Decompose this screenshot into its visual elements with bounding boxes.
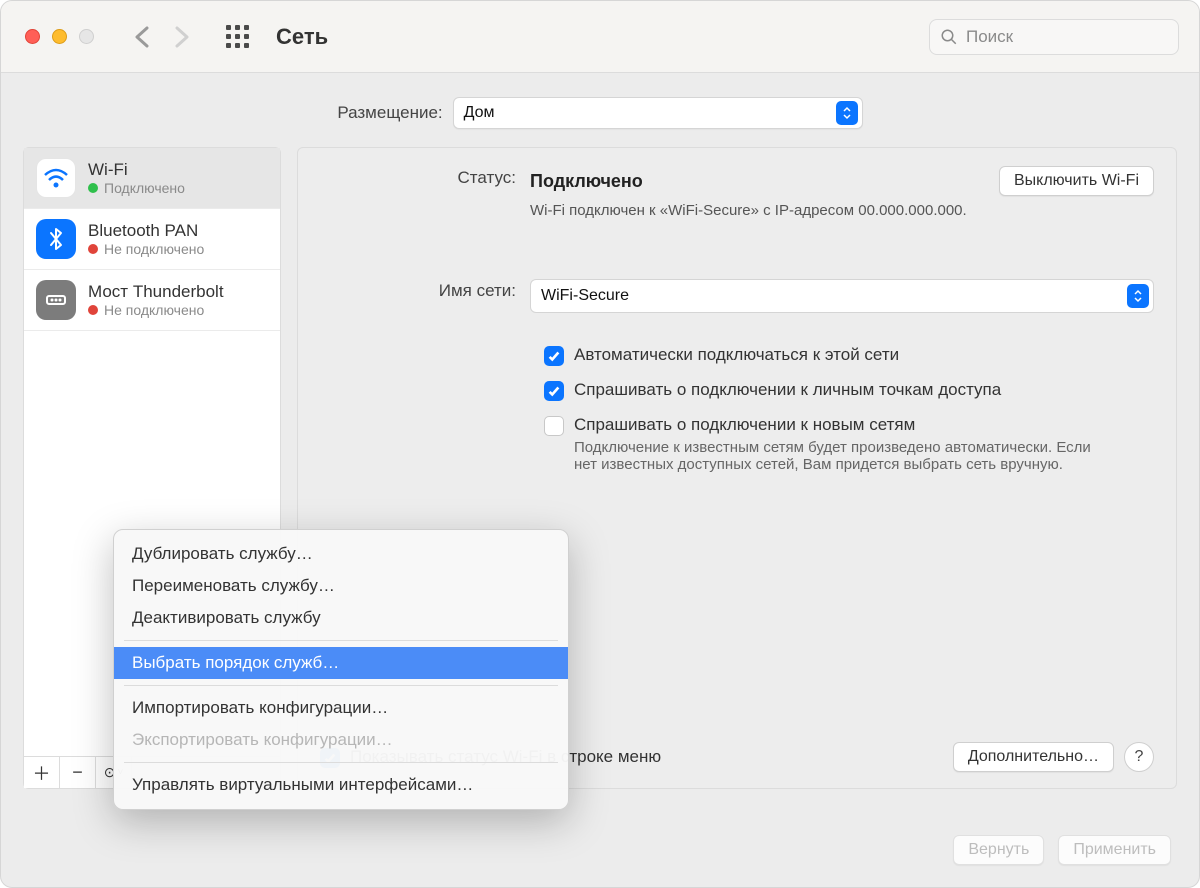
status-dot-icon <box>88 183 98 193</box>
content-area: Размещение: Дом Wi-FiПодключеноBluetooth… <box>1 73 1199 887</box>
status-value: Подключено <box>530 171 643 192</box>
thunderbolt-icon <box>36 280 76 320</box>
all-preferences-button[interactable] <box>220 20 254 54</box>
network-name-row: Имя сети: WiFi-Secure <box>320 279 1154 313</box>
ask-hotspots-checkbox[interactable] <box>544 381 564 401</box>
updown-arrows-icon <box>836 101 858 125</box>
forward-button <box>166 21 198 53</box>
location-label: Размещение: <box>337 103 442 123</box>
network-name-label: Имя сети: <box>320 279 530 313</box>
window-title: Сеть <box>276 24 328 50</box>
service-status: Не подключено <box>88 302 224 318</box>
location-value: Дом <box>464 104 495 122</box>
network-preferences-window: Сеть Поиск Размещение: Дом Wi-FiПодключе… <box>0 0 1200 888</box>
titlebar: Сеть Поиск <box>1 1 1199 73</box>
network-name-value: WiFi-Secure <box>541 287 629 305</box>
service-name: Bluetooth PAN <box>88 221 204 241</box>
status-dot-icon <box>88 244 98 254</box>
service-status: Не подключено <box>88 241 204 257</box>
menu-item[interactable]: Деактивировать службу <box>114 602 568 634</box>
search-icon <box>940 28 958 46</box>
auto-join-checkbox[interactable] <box>544 346 564 366</box>
ask-new-networks-row: Спрашивать о подключении к новым сетям П… <box>544 415 1154 473</box>
ask-new-networks-desc: Подключение к известным сетям будет прои… <box>574 439 1094 473</box>
apply-button[interactable]: Применить <box>1058 835 1171 865</box>
revert-button[interactable]: Вернуть <box>953 835 1044 865</box>
remove-service-button[interactable]: − <box>60 757 96 788</box>
sidebar-item-wi-fi[interactable]: Wi-FiПодключено <box>24 148 280 209</box>
minimize-icon[interactable] <box>52 29 67 44</box>
service-name: Wi-Fi <box>88 160 185 180</box>
search-input[interactable]: Поиск <box>929 19 1179 55</box>
advanced-button[interactable]: Дополнительно… <box>953 742 1114 772</box>
help-button[interactable]: ? <box>1124 742 1154 772</box>
menu-item: Экспортировать конфигурации… <box>114 724 568 756</box>
window-controls <box>25 29 94 44</box>
service-name: Мост Thunderbolt <box>88 282 224 302</box>
menu-item[interactable]: Управлять виртуальными интерфейсами… <box>114 769 568 801</box>
auto-join-row: Автоматически подключаться к этой сети <box>544 345 1154 366</box>
menu-separator <box>124 640 558 641</box>
location-select[interactable]: Дом <box>453 97 863 129</box>
bluetooth-icon <box>36 219 76 259</box>
wifi-icon <box>36 158 76 198</box>
status-row: Статус: Подключено Выключить Wi-Fi Wi-Fi… <box>320 166 1154 219</box>
service-status: Подключено <box>88 180 185 196</box>
ask-new-networks-checkbox[interactable] <box>544 416 564 436</box>
sidebar-item-bluetooth-pan[interactable]: Bluetooth PANНе подключено <box>24 209 280 270</box>
ask-hotspots-label: Спрашивать о подключении к личным точкам… <box>574 380 1001 400</box>
close-icon[interactable] <box>25 29 40 44</box>
back-button[interactable] <box>126 21 158 53</box>
status-description: Wi-Fi подключен к «WiFi-Secure» с IP-адр… <box>530 202 1154 219</box>
menu-item[interactable]: Импортировать конфигурации… <box>114 692 568 724</box>
updown-arrows-icon <box>1127 284 1149 308</box>
service-actions-menu: Дублировать службу…Переименовать службу…… <box>113 529 569 810</box>
menu-separator <box>124 685 558 686</box>
grid-icon <box>226 25 249 48</box>
add-service-button[interactable]: ＋ <box>24 757 60 788</box>
menu-separator <box>124 762 558 763</box>
status-label: Статус: <box>320 166 530 219</box>
auto-join-label: Автоматически подключаться к этой сети <box>574 345 899 365</box>
window-footer-buttons: Вернуть Применить <box>953 835 1171 865</box>
search-placeholder: Поиск <box>966 27 1013 47</box>
maximize-icon <box>79 29 94 44</box>
sidebar-item-мост-thunderbolt[interactable]: Мост ThunderboltНе подключено <box>24 270 280 331</box>
ask-hotspots-row: Спрашивать о подключении к личным точкам… <box>544 380 1154 401</box>
menu-item[interactable]: Дублировать службу… <box>114 538 568 570</box>
ask-new-networks-label: Спрашивать о подключении к новым сетям <box>574 415 1094 435</box>
network-name-select[interactable]: WiFi-Secure <box>530 279 1154 313</box>
wifi-toggle-button[interactable]: Выключить Wi-Fi <box>999 166 1154 196</box>
menu-item[interactable]: Переименовать службу… <box>114 570 568 602</box>
location-row: Размещение: Дом <box>23 83 1177 147</box>
status-dot-icon <box>88 305 98 315</box>
menu-item[interactable]: Выбрать порядок служб… <box>114 647 568 679</box>
